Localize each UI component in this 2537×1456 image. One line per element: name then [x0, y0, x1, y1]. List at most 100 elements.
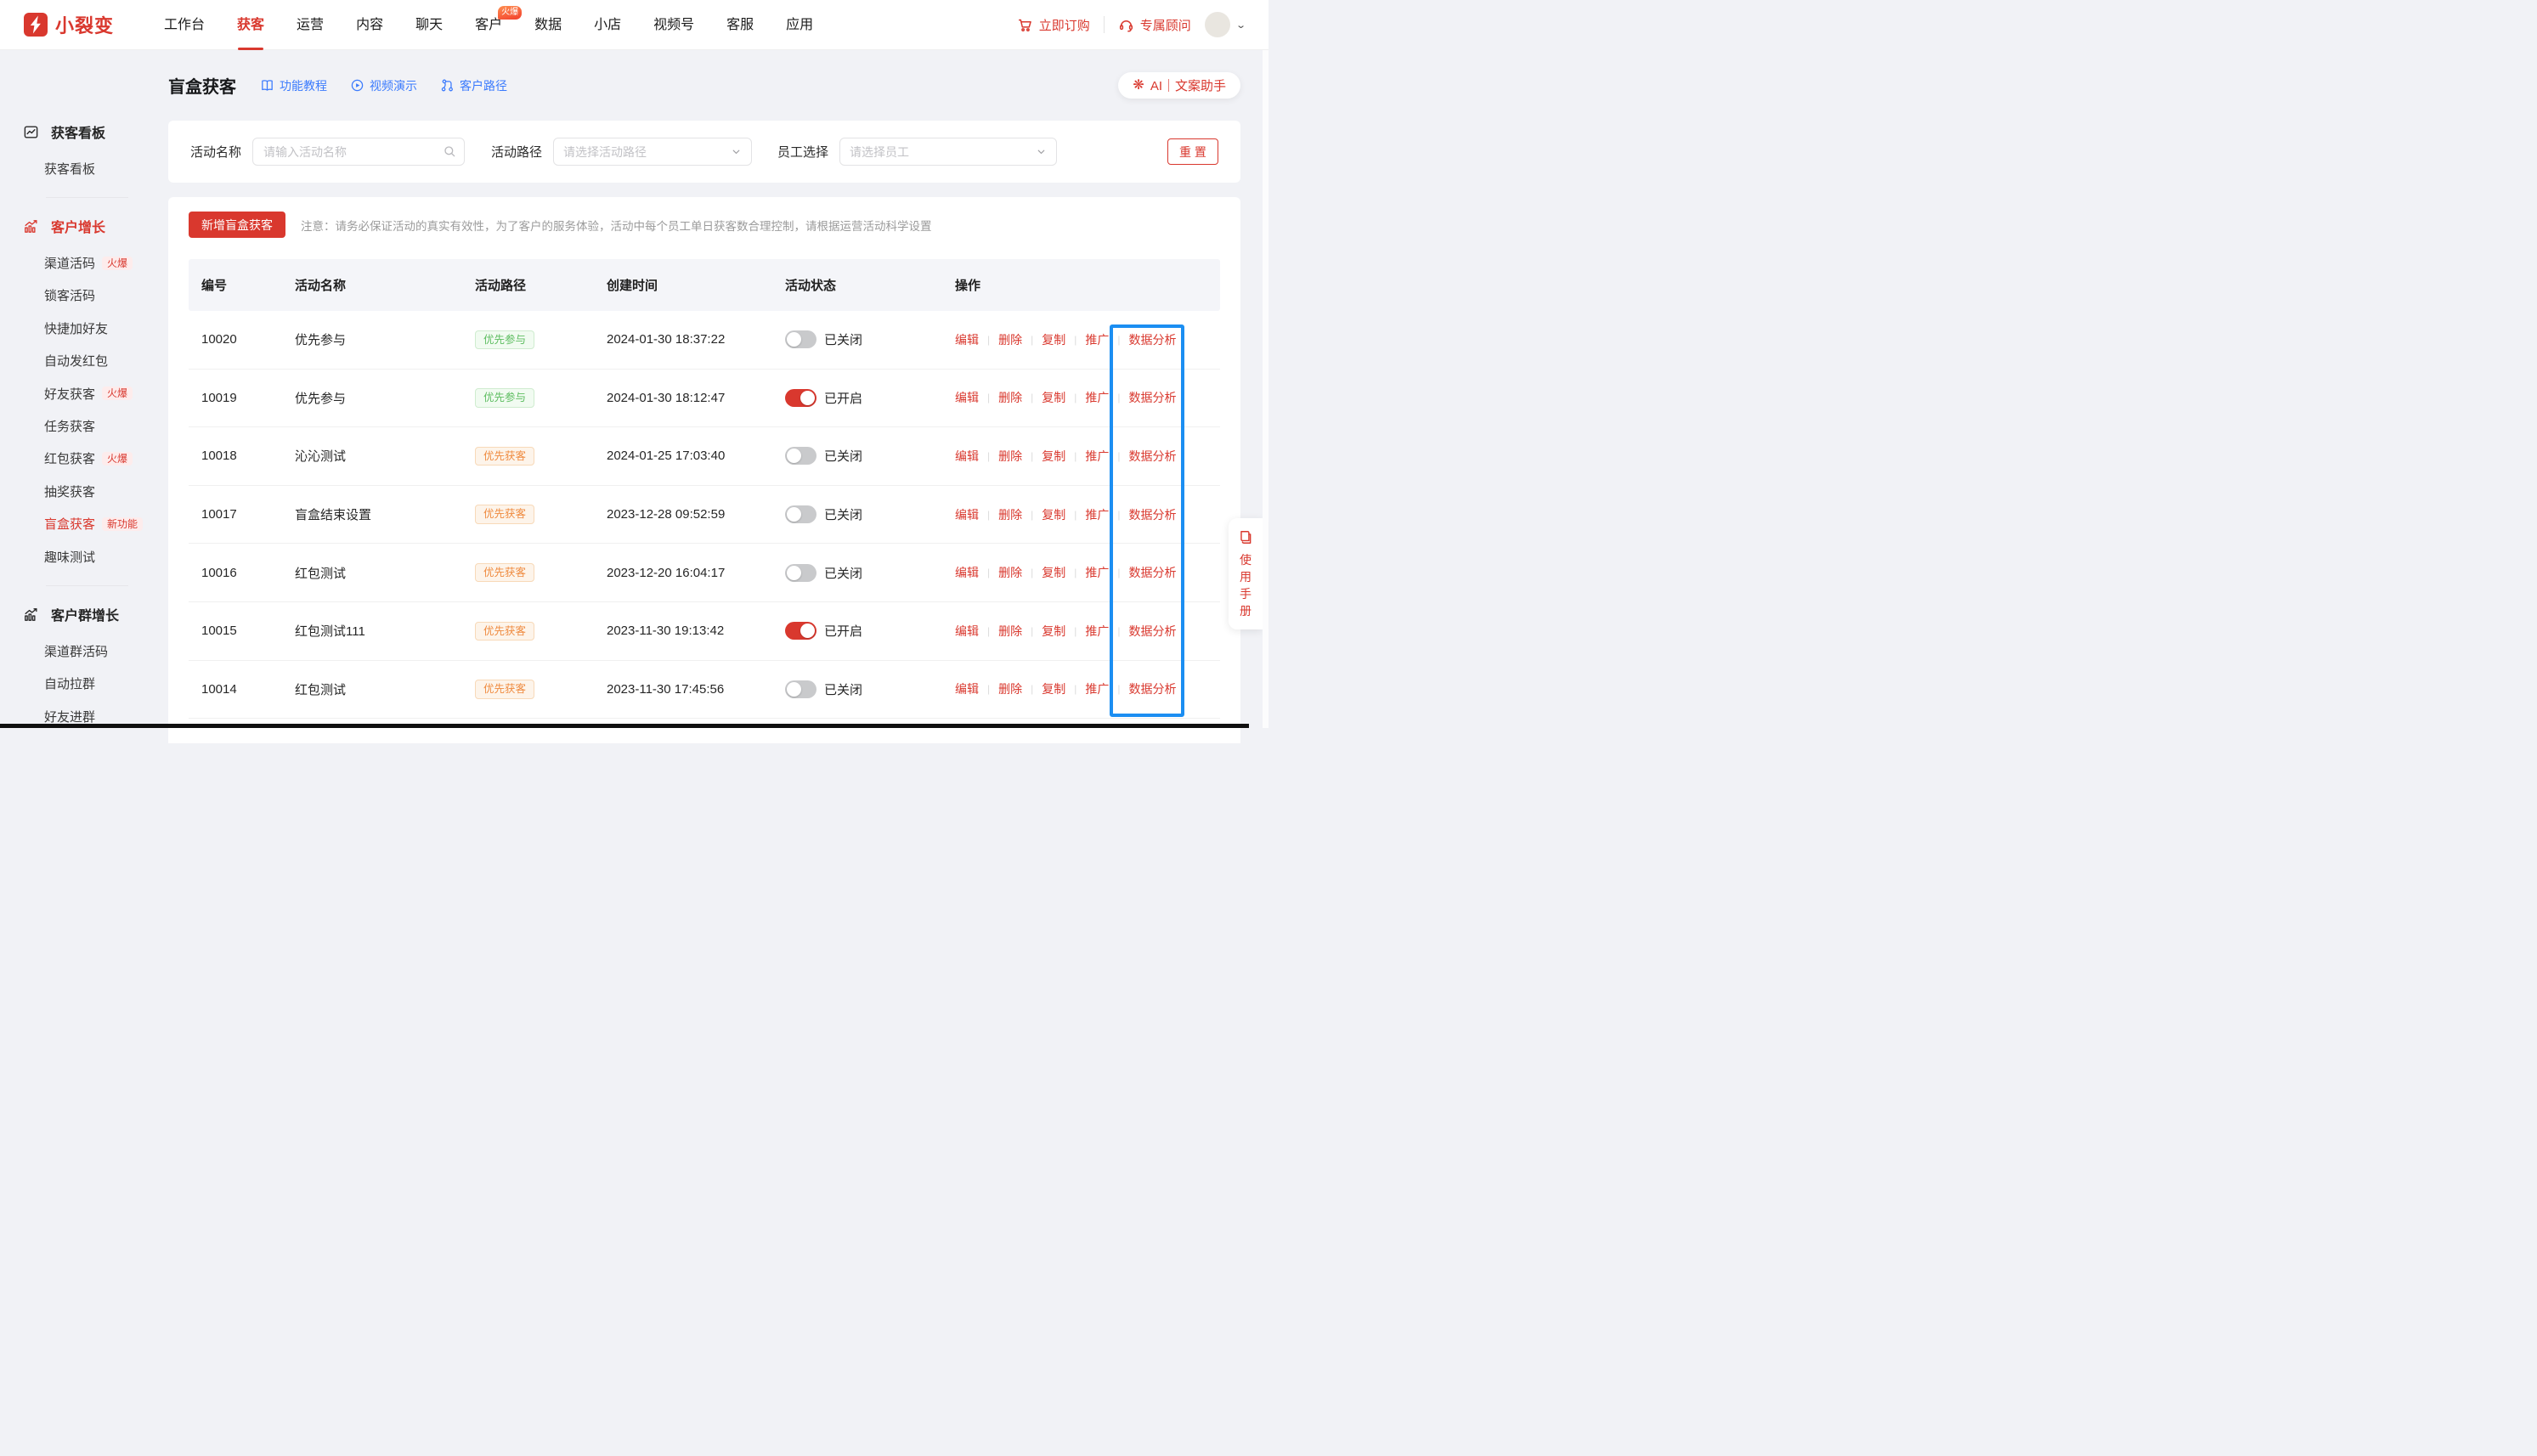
action-数据分析[interactable]: 数据分析: [1129, 623, 1177, 640]
cell-actions: 编辑|删除|复制|推广|数据分析: [955, 389, 1220, 406]
nav-item-label: 内容: [356, 18, 383, 32]
action-推广[interactable]: 推广: [1085, 623, 1109, 640]
action-删除[interactable]: 删除: [998, 389, 1022, 406]
action-删除[interactable]: 删除: [998, 448, 1022, 465]
action-推广[interactable]: 推广: [1085, 331, 1109, 348]
order-now-button[interactable]: 立即订购: [1017, 16, 1090, 34]
page-link-视频演示[interactable]: 视频演示: [350, 77, 417, 94]
action-复制[interactable]: 复制: [1042, 506, 1065, 523]
add-blindbox-button[interactable]: 新增盲盒获客: [189, 212, 285, 238]
action-删除[interactable]: 删除: [998, 506, 1022, 523]
status-toggle[interactable]: [785, 389, 816, 407]
action-数据分析[interactable]: 数据分析: [1129, 564, 1177, 581]
action-数据分析[interactable]: 数据分析: [1129, 389, 1177, 406]
advisor-button[interactable]: 专属顾问: [1118, 16, 1191, 34]
sidebar-item-label: 盲盒获客: [44, 515, 95, 533]
action-推广[interactable]: 推广: [1085, 389, 1109, 406]
action-编辑[interactable]: 编辑: [955, 506, 979, 523]
status-toggle[interactable]: [785, 505, 816, 523]
nav-item-内容[interactable]: 内容: [340, 0, 399, 50]
action-编辑[interactable]: 编辑: [955, 680, 979, 697]
sidebar-item-盲盒获客[interactable]: 盲盒获客新功能: [0, 508, 168, 540]
action-数据分析[interactable]: 数据分析: [1129, 506, 1177, 523]
action-编辑[interactable]: 编辑: [955, 623, 979, 640]
status-toggle[interactable]: [785, 447, 816, 465]
page-link-功能教程[interactable]: 功能教程: [260, 77, 327, 94]
nav-item-客户[interactable]: 客户火爆: [459, 0, 518, 50]
sidebar-item-自动发红包[interactable]: 自动发红包: [0, 345, 168, 377]
activity-path-select[interactable]: 请选择活动路径: [553, 138, 752, 166]
nav-item-小店[interactable]: 小店: [578, 0, 637, 50]
nav-item-聊天[interactable]: 聊天: [399, 0, 459, 50]
status-toggle[interactable]: [785, 622, 816, 640]
action-复制[interactable]: 复制: [1042, 448, 1065, 465]
action-推广[interactable]: 推广: [1085, 448, 1109, 465]
sidebar-item-渠道活码[interactable]: 渠道活码火爆: [0, 246, 168, 279]
sidebar-item-抽奖获客[interactable]: 抽奖获客: [0, 475, 168, 507]
nav-item-应用[interactable]: 应用: [770, 0, 829, 50]
action-删除[interactable]: 删除: [998, 564, 1022, 581]
nav-item-客服[interactable]: 客服: [710, 0, 770, 50]
sidebar-item-快捷加好友[interactable]: 快捷加好友: [0, 312, 168, 344]
scrollbar-track[interactable]: [1263, 50, 1268, 728]
action-复制[interactable]: 复制: [1042, 623, 1065, 640]
nav-item-数据[interactable]: 数据: [518, 0, 578, 50]
activity-name-input[interactable]: [252, 138, 465, 166]
action-separator: |: [987, 334, 990, 346]
sidebar-item-趣味测试[interactable]: 趣味测试: [0, 540, 168, 573]
action-删除[interactable]: 删除: [998, 680, 1022, 697]
user-avatar[interactable]: [1205, 12, 1230, 37]
sidebar-item-获客看板[interactable]: 获客看板: [0, 152, 168, 184]
status-toggle[interactable]: [785, 564, 816, 582]
action-编辑[interactable]: 编辑: [955, 564, 979, 581]
action-复制[interactable]: 复制: [1042, 680, 1065, 697]
ai-copy-assistant-button[interactable]: ❋ AI｜文案助手: [1118, 72, 1240, 99]
nav-item-获客[interactable]: 获客: [221, 0, 280, 50]
action-推广[interactable]: 推广: [1085, 680, 1109, 697]
action-删除[interactable]: 删除: [998, 331, 1022, 348]
page-link-客户路径[interactable]: 客户路径: [440, 77, 507, 94]
sidebar-item-label: 自动发红包: [44, 352, 108, 370]
sidebar-item-任务获客[interactable]: 任务获客: [0, 409, 168, 442]
action-推广[interactable]: 推广: [1085, 506, 1109, 523]
staff-select[interactable]: 请选择员工: [839, 138, 1057, 166]
sidebar-item-label: 好友进群: [44, 708, 95, 725]
action-数据分析[interactable]: 数据分析: [1129, 331, 1177, 348]
sidebar-item-自动拉群[interactable]: 自动拉群: [0, 668, 168, 700]
status-toggle[interactable]: [785, 680, 816, 698]
nav-item-运营[interactable]: 运营: [280, 0, 340, 50]
cell-status: 已开启: [785, 389, 955, 407]
action-数据分析[interactable]: 数据分析: [1129, 680, 1177, 697]
brand-logo[interactable]: 小裂变: [24, 11, 114, 38]
page-link-label: 视频演示: [370, 77, 417, 94]
chevron-down-icon[interactable]: ⌄: [1235, 20, 1246, 31]
action-推广[interactable]: 推广: [1085, 564, 1109, 581]
cell-status: 已关闭: [785, 330, 955, 348]
sidebar-item-锁客活码[interactable]: 锁客活码: [0, 279, 168, 312]
action-编辑[interactable]: 编辑: [955, 448, 979, 465]
action-复制[interactable]: 复制: [1042, 331, 1065, 348]
sidebar-item-好友获客[interactable]: 好友获客火爆: [0, 377, 168, 409]
action-编辑[interactable]: 编辑: [955, 389, 979, 406]
user-manual-tab[interactable]: 使用手册: [1229, 518, 1263, 629]
action-separator: |: [987, 683, 990, 695]
cell-activity-name: 优先参与: [295, 330, 475, 348]
table-header-row: 编号 活动名称 活动路径 创建时间 活动状态 操作: [189, 259, 1220, 311]
reset-button[interactable]: 重 置: [1167, 138, 1218, 165]
nav-item-工作台[interactable]: 工作台: [148, 0, 221, 50]
action-复制[interactable]: 复制: [1042, 564, 1065, 581]
status-toggle[interactable]: [785, 330, 816, 348]
action-编辑[interactable]: 编辑: [955, 331, 979, 348]
action-数据分析[interactable]: 数据分析: [1129, 448, 1177, 465]
sidebar-item-label: 锁客活码: [44, 286, 95, 304]
nav-item-label: 获客: [237, 18, 264, 32]
sidebar-item-label: 抽奖获客: [44, 483, 95, 500]
sidebar-item-渠道群活码[interactable]: 渠道群活码: [0, 635, 168, 667]
sidebar-item-红包获客[interactable]: 红包获客火爆: [0, 443, 168, 475]
nav-item-视频号[interactable]: 视频号: [637, 0, 710, 50]
action-复制[interactable]: 复制: [1042, 389, 1065, 406]
col-id: 编号: [201, 276, 295, 294]
action-separator: |: [1031, 334, 1033, 346]
action-删除[interactable]: 删除: [998, 623, 1022, 640]
path-tag: 优先参与: [475, 330, 534, 350]
